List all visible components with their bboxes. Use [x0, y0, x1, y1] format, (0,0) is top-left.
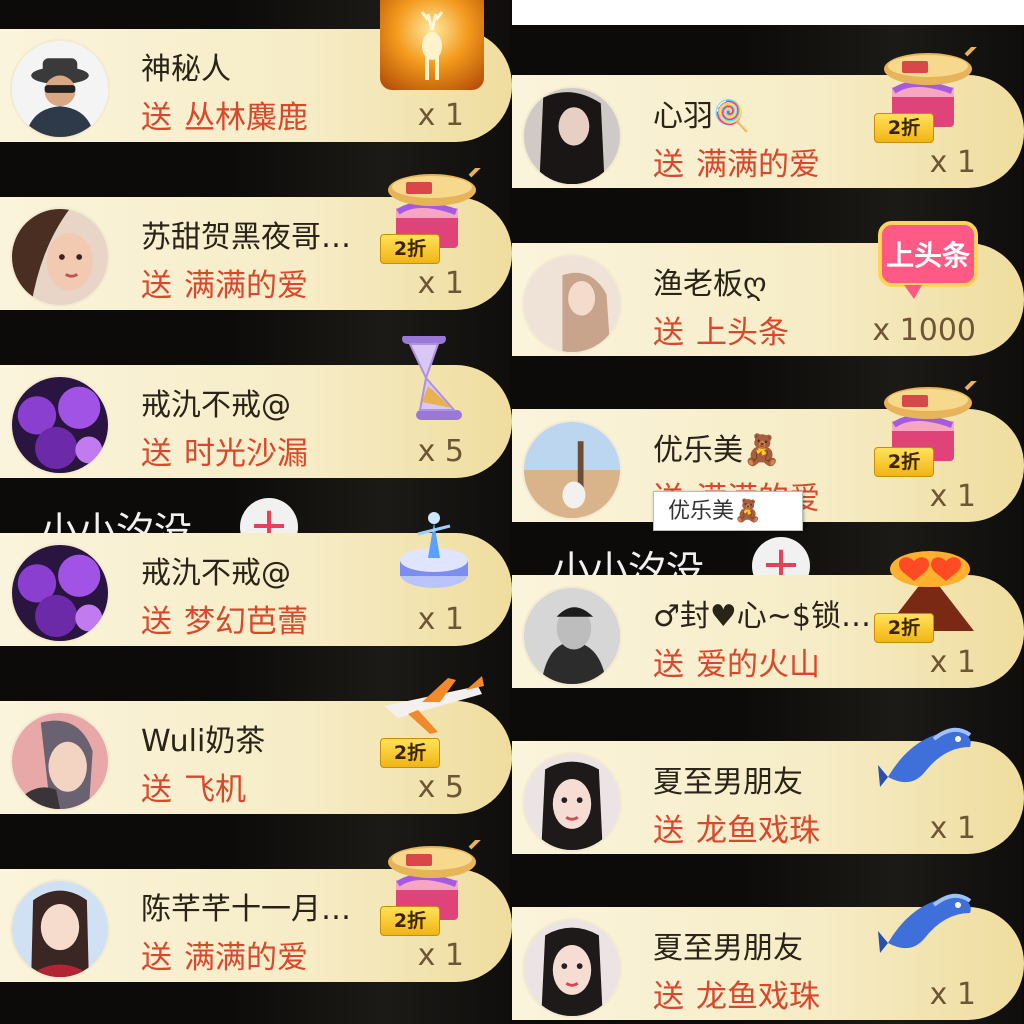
send-verb: 送	[141, 436, 172, 472]
gift-name: 龙鱼戏珠	[696, 813, 820, 849]
gift-message-row: 戒氿不戒@ 送时光沙漏 x 5	[0, 336, 512, 478]
avatar[interactable]	[522, 918, 622, 1018]
discount-badge: 2折	[874, 113, 934, 143]
gift-count: x 1	[417, 602, 464, 637]
avatar[interactable]	[10, 543, 110, 643]
send-verb: 送	[653, 315, 684, 351]
gift-name: 飞机	[184, 772, 246, 808]
gift-name: 满满的爱	[696, 147, 820, 183]
send-verb: 送	[653, 147, 684, 183]
send-verb: 送	[141, 772, 172, 808]
gift-line: 送满满的爱	[141, 260, 308, 305]
gift-message-row: 夏至男朋友 送龙鱼戏珠 x 1	[512, 713, 1024, 854]
username[interactable]: 陈芊芊十一月…	[141, 884, 381, 928]
avatar[interactable]	[10, 711, 110, 811]
gift-name: 丛林麋鹿	[184, 100, 308, 136]
gift-line: 送飞机	[141, 764, 246, 809]
discount-badge: 2折	[874, 447, 934, 477]
left-gift-feed: 神秘人 送丛林麋鹿 x 1 苏甜贺黑夜哥… 送满满的爱 x 1 2折 戒氿不戒@…	[0, 0, 512, 1024]
gift-count: x 1	[417, 266, 464, 301]
username[interactable]: 优乐美🧸	[653, 425, 893, 469]
gift-count: x 1	[929, 811, 976, 846]
gift-count: x 1	[929, 645, 976, 680]
username[interactable]: 戒氿不戒@	[141, 548, 381, 592]
gift-message-row: 陈芊芊十一月… 送满满的爱 x 1 2折	[0, 840, 512, 982]
gift-line: 送梦幻芭蕾	[141, 596, 308, 641]
gift-line: 送龙鱼戏珠	[653, 971, 820, 1016]
send-verb: 送	[653, 813, 684, 849]
send-verb: 送	[141, 268, 172, 304]
avatar[interactable]	[522, 254, 622, 354]
avatar[interactable]	[522, 420, 622, 520]
gift-name: 梦幻芭蕾	[184, 604, 308, 640]
send-verb: 送	[141, 940, 172, 976]
username-tooltip: 优乐美🧸	[653, 491, 803, 531]
username[interactable]: 苏甜贺黑夜哥…	[141, 212, 381, 256]
avatar[interactable]	[522, 752, 622, 852]
gift-name: 龙鱼戏珠	[696, 979, 820, 1015]
send-verb: 送	[141, 100, 172, 136]
gift-count: x 1	[417, 98, 464, 133]
discount-badge: 2折	[380, 906, 440, 936]
gift-message-row: Wuli奶茶 送飞机 x 5 2折	[0, 672, 512, 814]
gift-message-row: 夏至男朋友 送龙鱼戏珠 x 1	[512, 879, 1024, 1020]
username[interactable]: ♂封♥心~$锁…	[653, 591, 893, 635]
send-verb: 送	[141, 604, 172, 640]
gift-name: 满满的爱	[184, 940, 308, 976]
gift-message-row: 苏甜贺黑夜哥… 送满满的爱 x 1 2折	[0, 168, 512, 310]
gift-count: x 1	[929, 145, 976, 180]
gift-count: x 1	[929, 977, 976, 1012]
gift-count: x 5	[417, 770, 464, 805]
gift-count: x 1	[929, 479, 976, 514]
gift-name: 爱的火山	[696, 647, 820, 683]
gift-line: 送上头条	[653, 307, 789, 352]
gift-line: 送满满的爱	[141, 932, 308, 977]
gift-count: x 1000	[872, 313, 976, 348]
avatar[interactable]	[522, 586, 622, 686]
discount-badge: 2折	[380, 234, 440, 264]
username[interactable]: 心羽🍭	[653, 91, 893, 135]
gift-name: 时光沙漏	[184, 436, 308, 472]
avatar[interactable]	[10, 207, 110, 307]
gift-message-row: 戒氿不戒@ 送梦幻芭蕾 x 1	[0, 504, 512, 646]
gift-line: 送时光沙漏	[141, 428, 308, 473]
gift-message-row: 心羽🍭 送满满的爱 x 1 2折	[512, 47, 1024, 188]
avatar[interactable]	[10, 879, 110, 979]
gift-name: 上头条	[696, 315, 789, 351]
username[interactable]: Wuli奶茶	[141, 716, 381, 760]
gift-message-row: 渔老板ღ 送上头条 x 1000 上头条	[512, 215, 1024, 356]
ballet-music-box-icon	[378, 504, 486, 604]
gift-message-row: 神秘人 送丛林麋鹿 x 1	[0, 0, 512, 142]
hourglass-icon	[378, 336, 486, 436]
deer-gift-icon	[378, 0, 486, 100]
gift-line: 送爱的火山	[653, 639, 820, 684]
send-verb: 送	[653, 647, 684, 683]
gift-line: 送丛林麋鹿	[141, 92, 308, 137]
avatar[interactable]	[10, 39, 110, 139]
headline-badge-icon: 上头条	[874, 215, 982, 315]
avatar[interactable]	[10, 375, 110, 475]
headline-badge-text: 上头条	[886, 239, 970, 272]
avatar[interactable]	[522, 86, 622, 186]
username[interactable]: 夏至男朋友	[653, 757, 893, 801]
gift-message-row: ♂封♥心~$锁… 送爱的火山 x 1 2折	[512, 547, 1024, 688]
dragon-fish-icon	[874, 879, 982, 979]
dragon-fish-icon	[874, 713, 982, 813]
username[interactable]: 夏至男朋友	[653, 923, 893, 967]
gift-count: x 5	[417, 434, 464, 469]
gift-line: 送龙鱼戏珠	[653, 805, 820, 850]
username[interactable]: 戒氿不戒@	[141, 380, 381, 424]
gift-line: 送满满的爱	[653, 139, 820, 184]
gift-message-row: 优乐美🧸 送满满的爱 x 1 2折	[512, 381, 1024, 522]
gift-count: x 1	[417, 938, 464, 973]
username[interactable]: 神秘人	[141, 44, 381, 88]
gift-name: 满满的爱	[184, 268, 308, 304]
username[interactable]: 渔老板ღ	[653, 259, 893, 303]
discount-badge: 2折	[380, 738, 440, 768]
discount-badge: 2折	[874, 613, 934, 643]
send-verb: 送	[653, 979, 684, 1015]
